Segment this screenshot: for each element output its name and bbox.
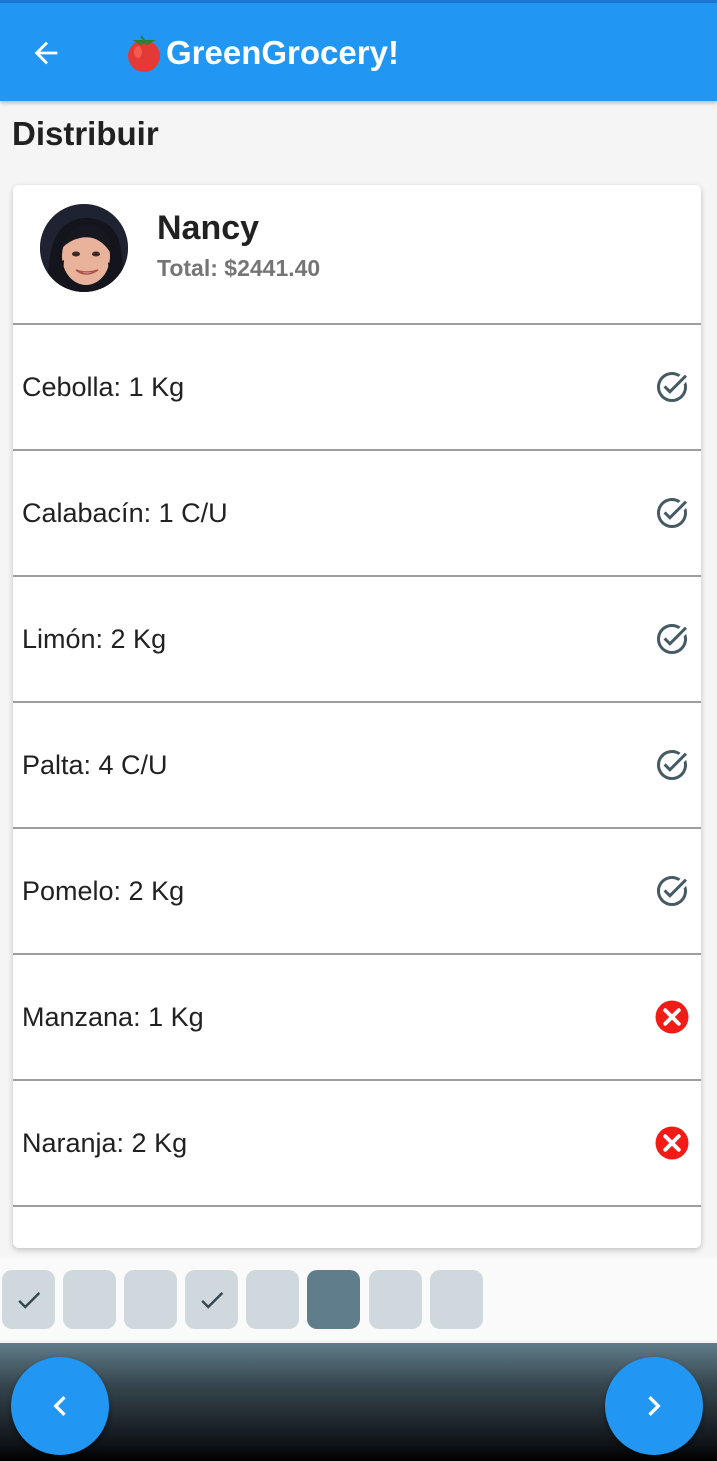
check-icon: [17, 1291, 40, 1309]
list-item[interactable]: Naranja: 2 Kg: [13, 1081, 701, 1207]
back-button[interactable]: [24, 31, 68, 75]
item-label: Manzana: 1 Kg: [22, 1001, 204, 1032]
check-circle-icon[interactable]: [653, 872, 691, 910]
next-button[interactable]: [605, 1357, 703, 1455]
list-item[interactable]: Cebolla: 1 Kg: [13, 325, 701, 451]
customer-header: Nancy Total: $2441.40: [13, 185, 701, 325]
check-icon: [200, 1291, 223, 1309]
check-circle-icon[interactable]: [653, 746, 691, 784]
list-item[interactable]: Palta: 4 C/U: [13, 703, 701, 829]
step-5[interactable]: [246, 1270, 299, 1329]
step-indicator: [0, 1258, 717, 1340]
bottom-bar: [0, 1343, 717, 1461]
app-title: GreenGrocery!: [124, 31, 399, 75]
chevron-right-icon: [648, 1396, 661, 1416]
app-bar: GreenGrocery!: [0, 0, 717, 101]
error-circle-icon[interactable]: [653, 998, 691, 1036]
check-circle-icon[interactable]: [653, 368, 691, 406]
order-card: Nancy Total: $2441.40 Cebolla: 1 Kg Cala…: [13, 185, 701, 1248]
tomato-icon: [128, 35, 160, 72]
avatar: [40, 204, 128, 292]
app-title-text: GreenGrocery!: [166, 34, 399, 71]
customer-name: Nancy: [157, 209, 260, 247]
list-item[interactable]: Limón: 2 Kg: [13, 577, 701, 703]
item-label: Palta: 4 C/U: [22, 749, 168, 780]
chevron-left-icon: [53, 1396, 66, 1416]
error-circle-icon[interactable]: [653, 1124, 691, 1162]
step-7[interactable]: [369, 1270, 422, 1329]
item-label: Limón: 2 Kg: [22, 623, 167, 654]
page-title: Distribuir: [12, 115, 159, 152]
customer-total: Total: $2441.40: [157, 255, 321, 281]
list-item[interactable]: Calabacín: 1 C/U: [13, 451, 701, 577]
item-label: Pomelo: 2 Kg: [22, 875, 185, 906]
step-1-completed[interactable]: [2, 1270, 55, 1329]
list-item[interactable]: Pomelo: 2 Kg: [13, 829, 701, 955]
arrow-back-icon: [34, 41, 58, 65]
check-circle-icon[interactable]: [653, 620, 691, 658]
item-label: Naranja: 2 Kg: [22, 1127, 188, 1158]
previous-button[interactable]: [11, 1357, 109, 1455]
check-circle-icon[interactable]: [653, 494, 691, 532]
step-2[interactable]: [63, 1270, 116, 1329]
item-label: Cebolla: 1 Kg: [22, 371, 185, 402]
list-item[interactable]: Manzana: 1 Kg: [13, 955, 701, 1081]
step-8[interactable]: [430, 1270, 483, 1329]
step-3[interactable]: [124, 1270, 177, 1329]
step-4-completed[interactable]: [185, 1270, 238, 1329]
step-6-current[interactable]: [307, 1270, 360, 1329]
item-label: Calabacín: 1 C/U: [22, 497, 228, 528]
